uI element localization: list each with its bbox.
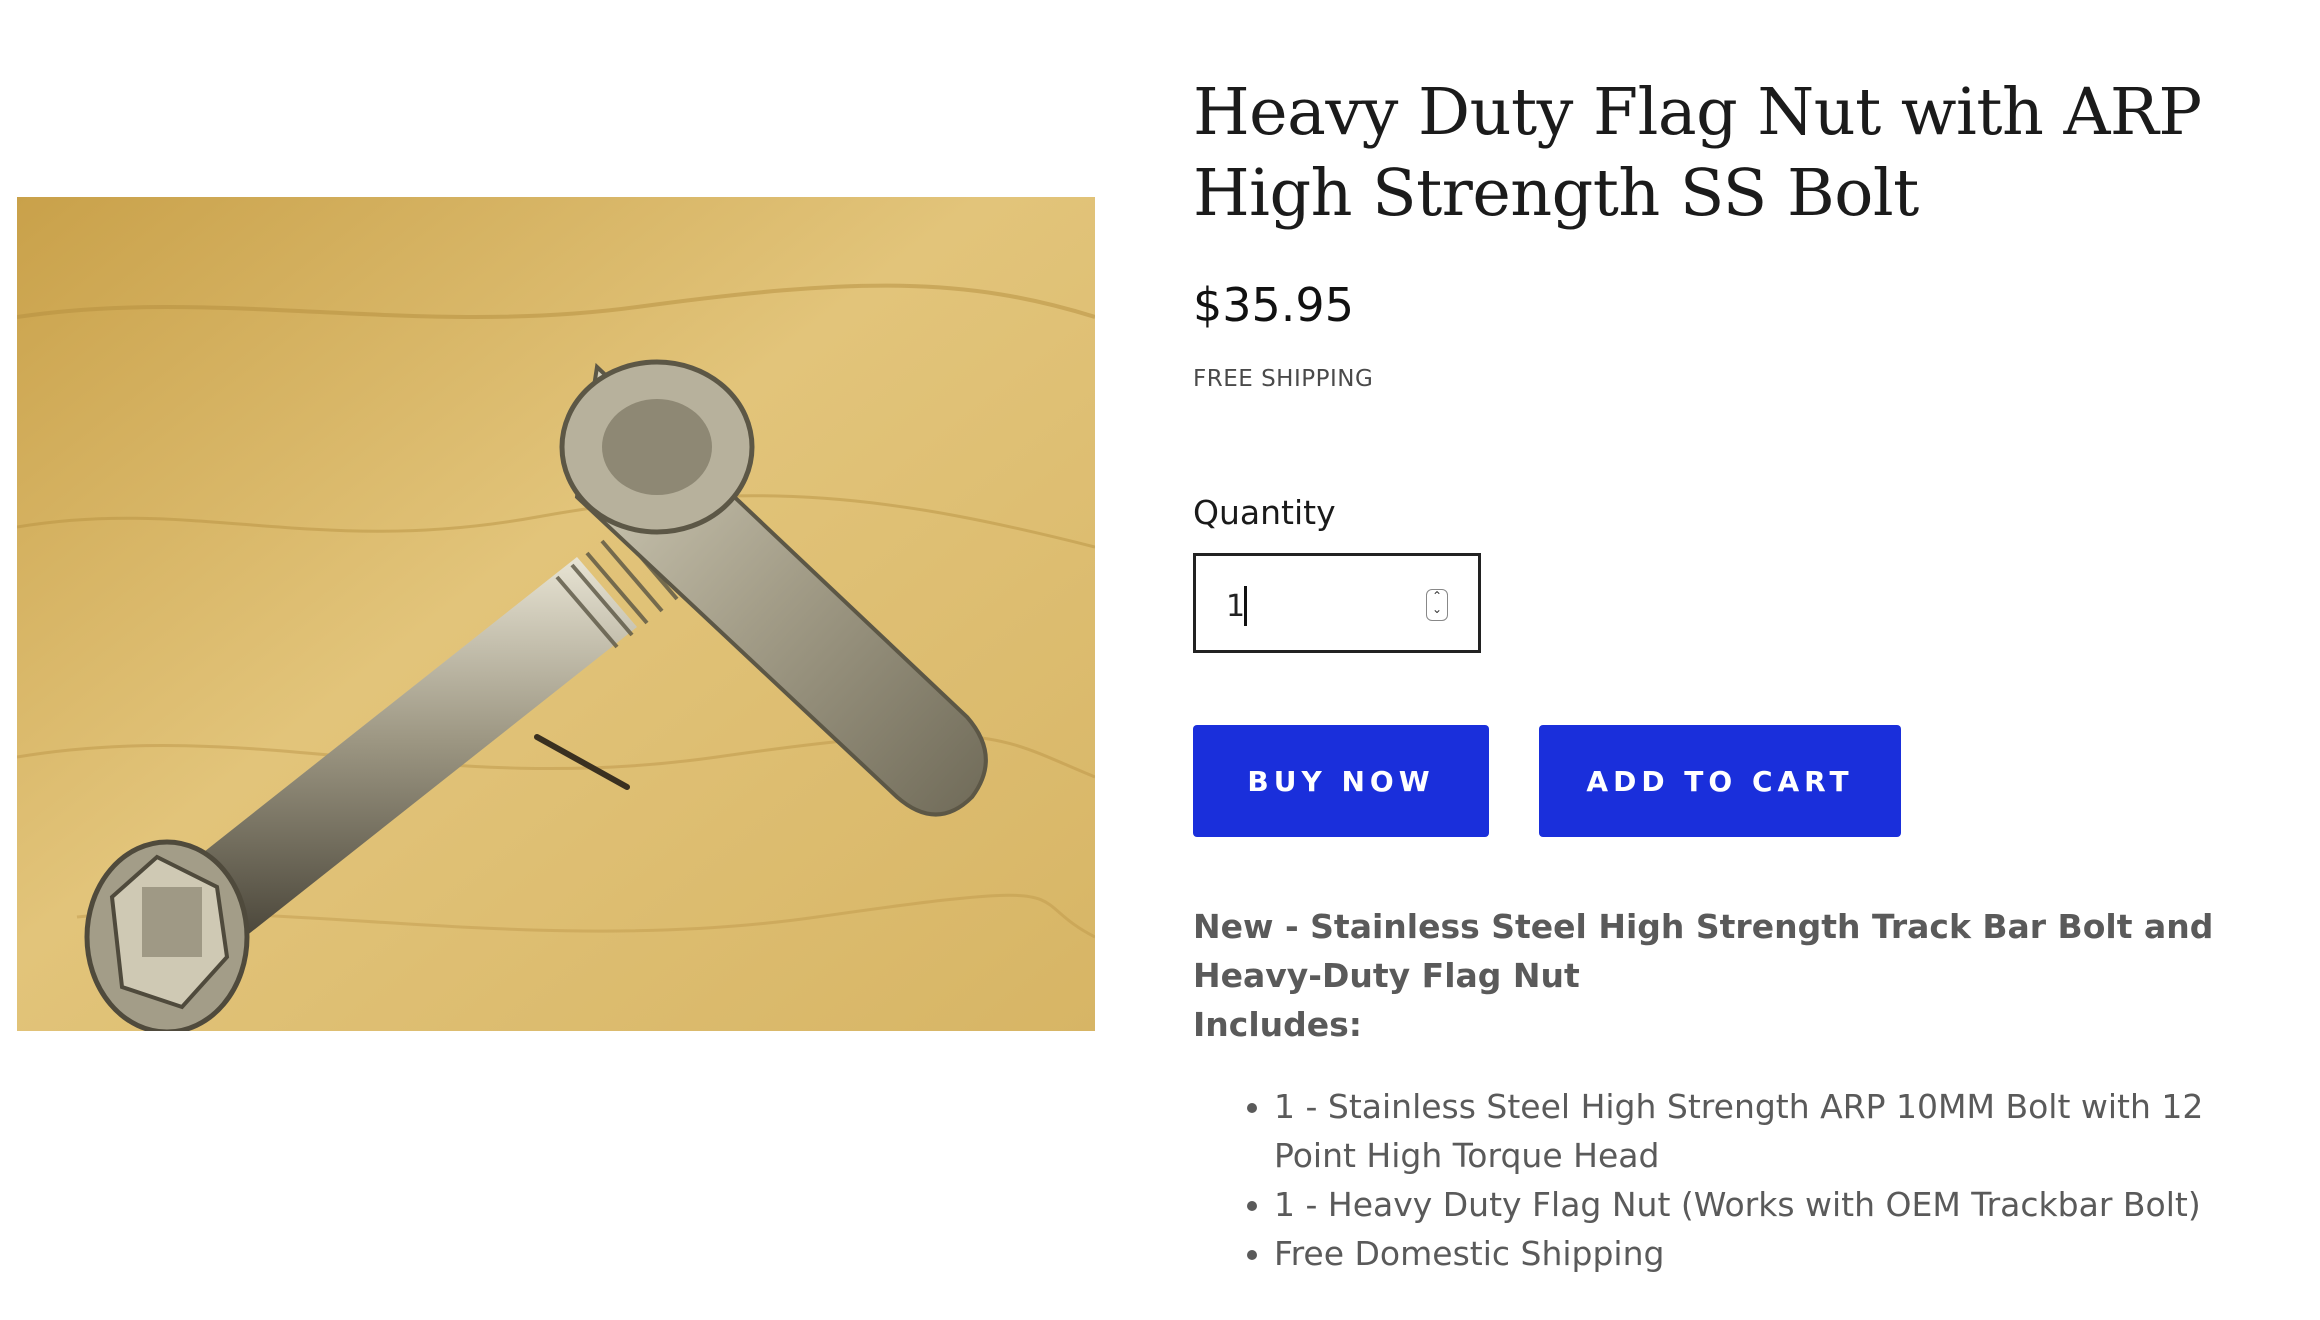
product-title: Heavy Duty Flag Nut with ARP High Streng… — [1193, 75, 2202, 231]
includes-list: 1 - Stainless Steel High Strength ARP 10… — [1193, 1082, 2273, 1278]
list-item: 1 - Stainless Steel High Strength ARP 10… — [1274, 1082, 2273, 1180]
quantity-stepper[interactable]: ⌃⌄ — [1193, 553, 1481, 653]
product-price: $35.95 — [1193, 278, 1354, 332]
quantity-label: Quantity — [1193, 493, 1336, 532]
product-photo-illustration — [17, 197, 1095, 1031]
list-item: Free Domestic Shipping — [1274, 1229, 2273, 1278]
product-description: New - Stainless Steel High Strength Trac… — [1193, 902, 2273, 1278]
buy-now-button[interactable]: BUY NOW — [1193, 725, 1489, 837]
product-info: Heavy Duty Flag Nut with ARP High Streng… — [1193, 72, 2273, 1273]
add-to-cart-button[interactable]: ADD TO CART — [1539, 725, 1901, 837]
text-caret — [1244, 586, 1247, 626]
up-down-chevron-icon[interactable]: ⌃ ⌄ — [1426, 589, 1448, 621]
shipping-note: FREE SHIPPING — [1193, 366, 1374, 392]
product-image[interactable] — [17, 197, 1095, 1031]
includes-label: Includes: — [1193, 1005, 1362, 1044]
quantity-input[interactable] — [1226, 584, 1406, 628]
list-item: 1 - Heavy Duty Flag Nut (Works with OEM … — [1274, 1180, 2273, 1229]
description-heading: New - Stainless Steel High Strength Trac… — [1193, 902, 2273, 1049]
description-heading-line: New - Stainless Steel High Strength Trac… — [1193, 907, 2214, 995]
